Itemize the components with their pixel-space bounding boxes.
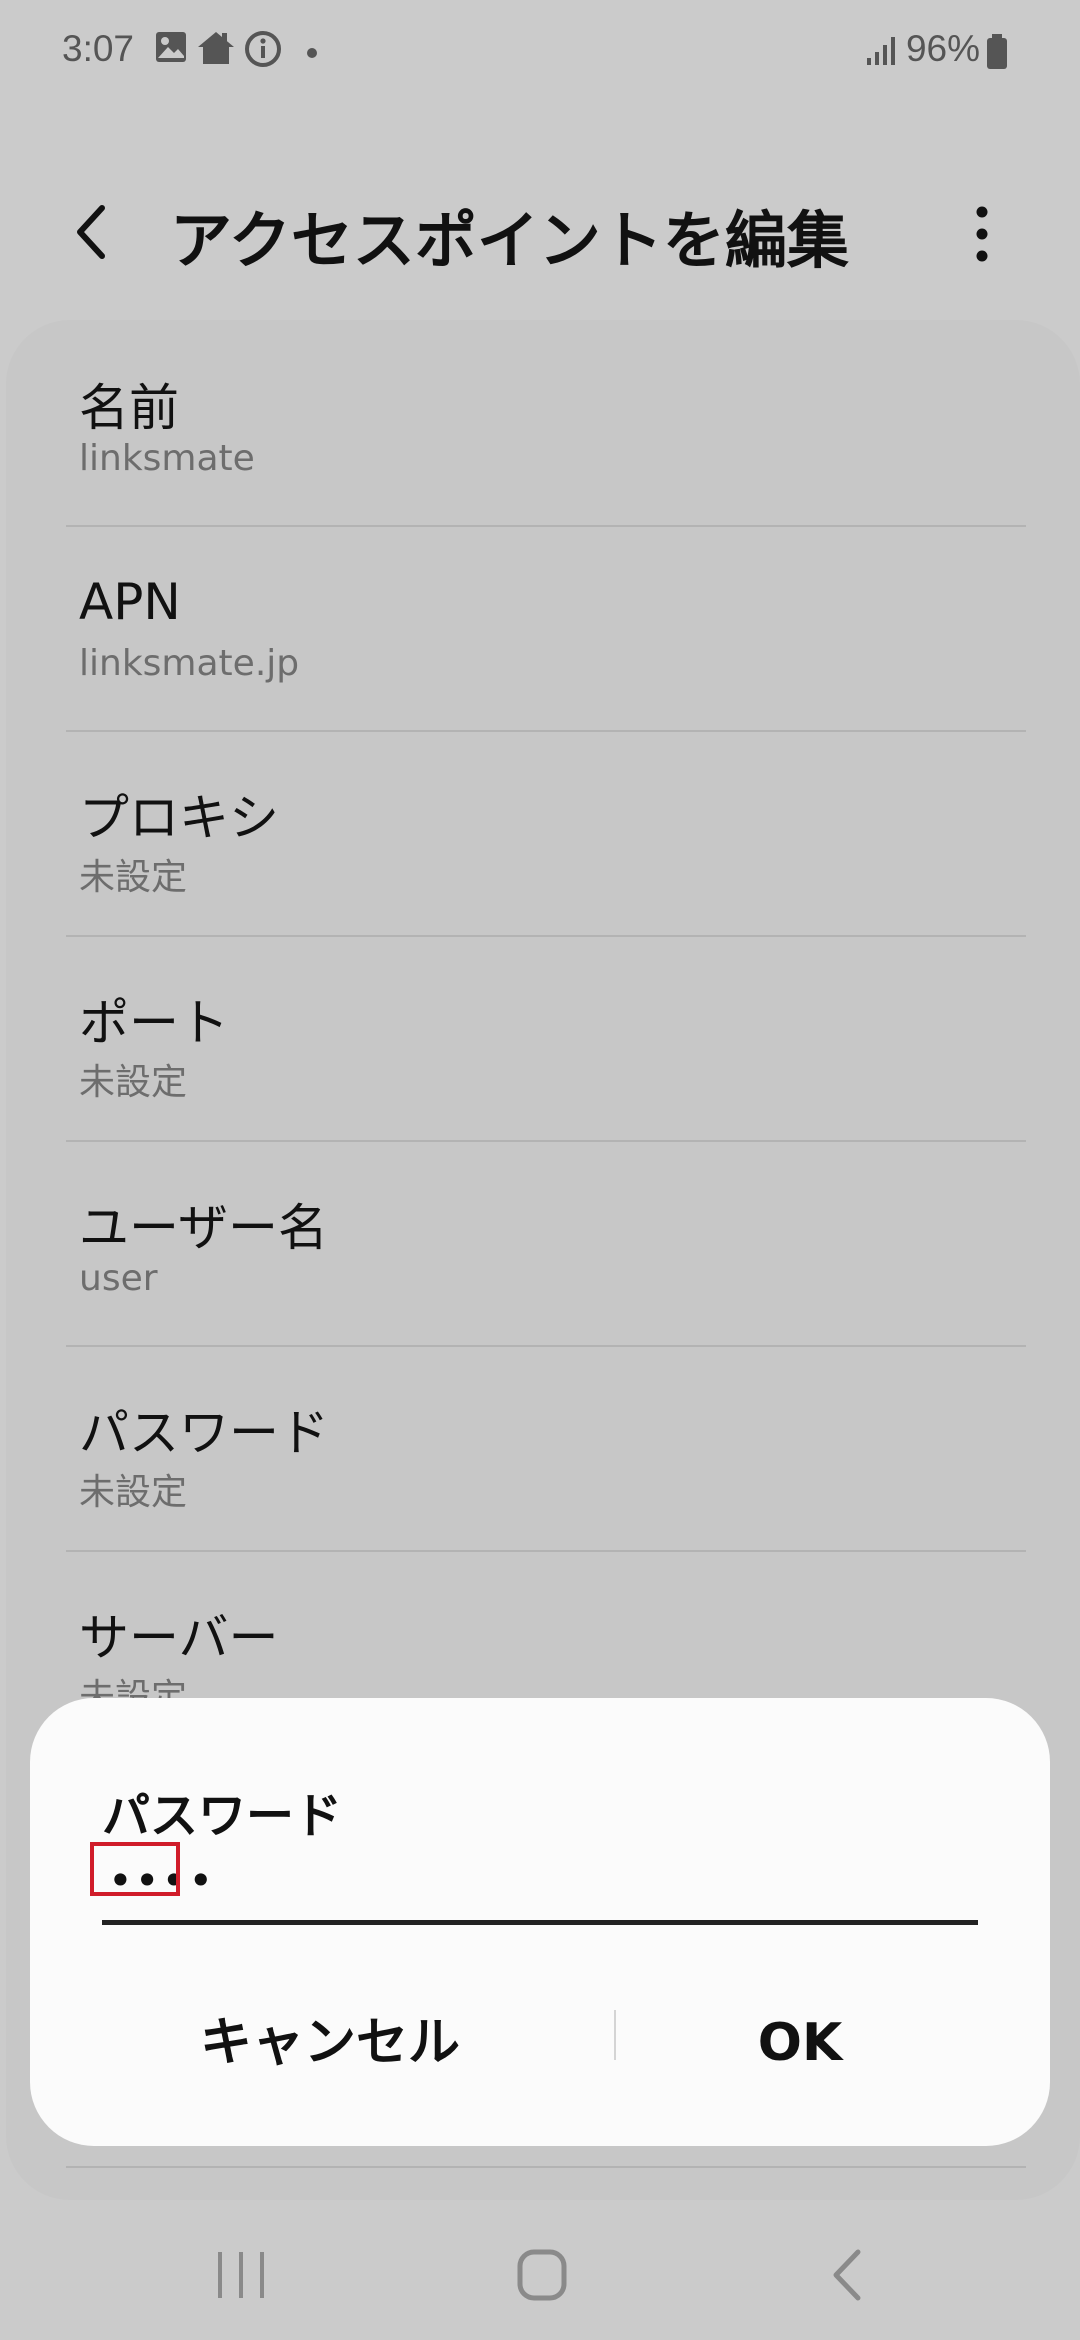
setting-label: APN	[79, 573, 181, 631]
setting-label: ポート	[79, 994, 229, 1052]
ok-button[interactable]: OK	[590, 1998, 1010, 2088]
setting-row-name[interactable]: 名前 linksmate	[66, 320, 1026, 525]
home-icon	[196, 30, 236, 70]
cancel-button[interactable]: キャンセル	[90, 1998, 570, 2088]
divider	[66, 2166, 1026, 2168]
recent-apps-icon[interactable]	[196, 2240, 286, 2310]
password-input-wrapper	[102, 1848, 978, 1912]
back-arrow-icon[interactable]	[58, 192, 128, 272]
status-time: 3:07	[62, 28, 135, 69]
setting-value: 未設定	[79, 857, 188, 898]
setting-label: 名前	[79, 379, 179, 437]
input-underline	[102, 1920, 978, 1925]
page-title: アクセスポイントを編集	[170, 204, 849, 277]
navigation-bar	[0, 2200, 1080, 2340]
setting-label: プロキシ	[79, 789, 279, 847]
password-highlight-box	[90, 1842, 180, 1896]
home-icon[interactable]	[496, 2240, 586, 2310]
dialog-title: パスワード	[102, 1788, 343, 1844]
status-bar: 3:07 96%	[0, 0, 1080, 100]
back-icon[interactable]	[804, 2240, 894, 2310]
notification-dot-icon	[306, 44, 318, 63]
setting-value: linksmate.jp	[79, 643, 300, 684]
setting-value: user	[79, 1258, 158, 1299]
app-header: アクセスポイントを編集	[0, 180, 1080, 280]
setting-label: ユーザー名	[79, 1199, 328, 1257]
password-input[interactable]	[102, 1848, 978, 1912]
battery-icon	[986, 34, 1008, 74]
setting-row-port[interactable]: ポート 未設定	[66, 935, 1026, 1140]
setting-label: サーバー	[79, 1609, 279, 1667]
image-icon	[154, 30, 188, 68]
setting-value: linksmate	[79, 438, 255, 479]
battery-percent: 96%	[905, 28, 980, 69]
setting-row-apn[interactable]: APN linksmate.jp	[66, 525, 1026, 730]
signal-icon	[866, 36, 898, 70]
info-icon	[244, 30, 282, 72]
password-dialog: パスワード キャンセル OK	[30, 1698, 1050, 2146]
setting-value: 未設定	[79, 1472, 188, 1513]
setting-row-proxy[interactable]: プロキシ 未設定	[66, 730, 1026, 935]
setting-row-password[interactable]: パスワード 未設定	[66, 1345, 1026, 1550]
setting-row-username[interactable]: ユーザー名 user	[66, 1140, 1026, 1345]
more-options-icon[interactable]	[960, 194, 1004, 274]
setting-value: 未設定	[79, 1062, 188, 1103]
setting-label: パスワード	[79, 1404, 329, 1462]
